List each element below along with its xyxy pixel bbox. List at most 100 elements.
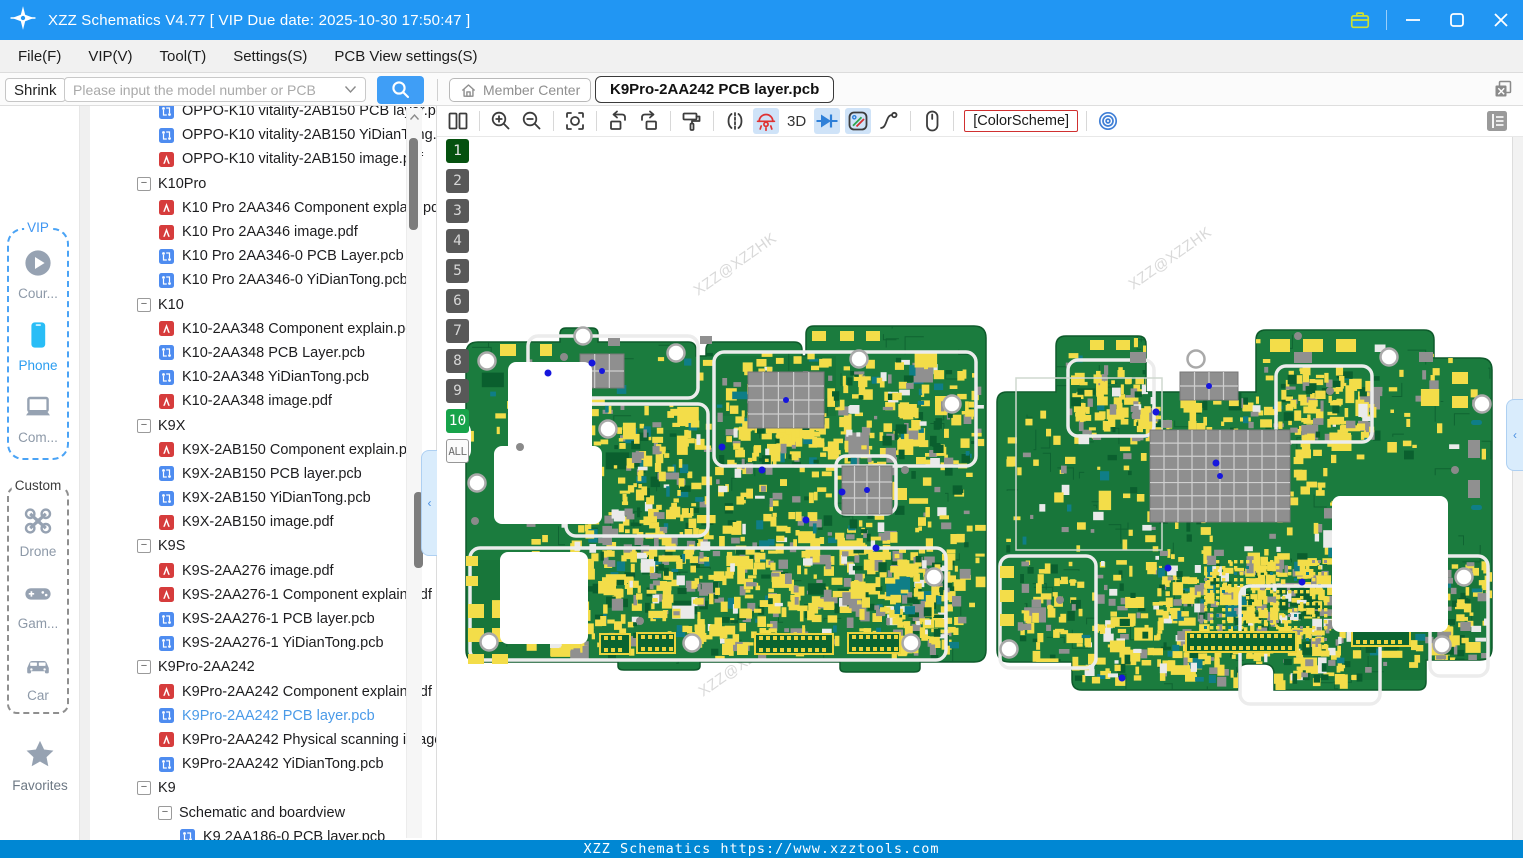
tree-folder-k9[interactable]: − K9 — [90, 776, 436, 800]
pcb-canvas[interactable]: XZZ@XZZHKXZZ@XZZHKXZZ@XZZHKXZZ@XZZHK 1 2 3… — [437, 137, 1512, 840]
tree-file-k9pro-2aa242-physical-scanning-image-pdf[interactable]: K9Pro-2AA242 Physical scanning image.pdf — [90, 728, 436, 752]
pcb-file-icon — [158, 369, 175, 386]
collapse-icon[interactable]: − — [137, 176, 151, 191]
maximize-button[interactable] — [1435, 0, 1479, 40]
fit-screen-icon[interactable] — [562, 108, 588, 134]
tree-folder-k9pro-2aa242[interactable]: − K9Pro-2AA242 — [90, 655, 436, 679]
tree-file-k10-pro-2aa346-image-pdf[interactable]: K10 Pro 2AA346 image.pdf — [90, 220, 436, 244]
tree-file-oppo-k10-vitality-2ab150-yidiantong-pcb[interactable]: OPPO-K10 vitality-2AB150 YiDianTong.pcb — [90, 123, 436, 147]
layer-button-5[interactable]: 5 — [446, 259, 469, 283]
rotate-left-icon[interactable] — [605, 108, 631, 134]
curve-wire-icon[interactable] — [876, 108, 902, 134]
close-button[interactable] — [1479, 0, 1523, 40]
vip-briefcase-icon[interactable] — [1338, 0, 1382, 40]
collapse-icon[interactable]: − — [137, 418, 151, 433]
menu-settings-s[interactable]: Settings(S) — [233, 48, 307, 65]
layer-button-10[interactable]: 10 — [446, 409, 469, 433]
menu-file-f[interactable]: File(F) — [18, 48, 61, 65]
collapse-icon[interactable]: − — [137, 297, 151, 312]
tree-file-k9x-2ab150-yidiantong-pcb[interactable]: K9X-2AB150 YiDianTong.pcb — [90, 486, 436, 510]
layer-button-2[interactable]: 2 — [446, 169, 469, 193]
tree-file-k9s-2aa276-image-pdf[interactable]: K9S-2AA276 image.pdf — [90, 559, 436, 583]
measure-probe-icon[interactable] — [845, 108, 872, 134]
tree-file-k10-pro-2aa346-0-pcb-layer-pcb[interactable]: K10 Pro 2AA346-0 PCB Layer.pcb — [90, 244, 436, 268]
pcb-board-view[interactable]: XZZ@XZZHKXZZ@XZZHKXZZ@XZZHKXZZ@XZZHK — [437, 137, 1512, 840]
layer-button-all[interactable]: ALL — [446, 439, 469, 463]
tree-file-oppo-k10-vitality-2ab150-image-pdf[interactable]: OPPO-K10 vitality-2AB150 image.pdf — [90, 147, 436, 171]
tree-file-k10-2aa348-component-explain-pdf[interactable]: K10-2AA348 Component explain.pdf — [90, 317, 436, 341]
split-view-icon[interactable] — [445, 108, 471, 134]
layer-button-3[interactable]: 3 — [446, 199, 469, 223]
tree-file-k9x-2ab150-pcb-layer-pcb[interactable]: K9X-2AB150 PCB layer.pcb — [90, 462, 436, 486]
sidebar-item-car[interactable]: Car — [9, 650, 67, 703]
search-button[interactable] — [377, 76, 424, 104]
layer-button-9[interactable]: 9 — [446, 379, 469, 403]
sidebar-item-phone[interactable]: Phone — [9, 320, 67, 373]
sidebar-item-com[interactable]: Com... — [9, 392, 67, 445]
tree-scrollbar-thumb[interactable] — [409, 138, 418, 230]
sidebar-item-cour[interactable]: Cour... — [9, 248, 67, 301]
tree-file-k9x-2ab150-component-explain-pdf[interactable]: K9X-2AB150 Component explain.pdf — [90, 438, 436, 462]
menu-tool-t[interactable]: Tool(T) — [160, 48, 207, 65]
tree-file-k9pro-2aa242-yidiantong-pcb[interactable]: K9Pro-2AA242 YiDianTong.pcb — [90, 752, 436, 776]
tree-file-k10-pro-2aa346-component-explain-pdf[interactable]: K10 Pro 2AA346 Component explain.pdf — [90, 196, 436, 220]
tree-folder-k9s[interactable]: − K9S — [90, 534, 436, 558]
tree-file-k10-2aa348-yidiantong-pcb[interactable]: K10-2AA348 YiDianTong.pcb — [90, 365, 436, 389]
collapse-icon[interactable]: − — [137, 781, 151, 796]
mouse-settings-icon[interactable] — [919, 108, 945, 134]
menu-vip-v[interactable]: VIP(V) — [88, 48, 132, 65]
rotate-right-icon[interactable] — [636, 108, 662, 134]
menu-pcb-view-settings-s[interactable]: PCB View settings(S) — [334, 48, 477, 65]
sidebar-item-gam[interactable]: Gam... — [9, 578, 67, 631]
collapse-icon[interactable]: − — [137, 660, 151, 675]
tree-file-k10-2aa348-image-pdf[interactable]: K10-2AA348 image.pdf — [90, 389, 436, 413]
tree-file-k9pro-2aa242-pcb-layer-pcb[interactable]: K9Pro-2AA242 PCB layer.pcb — [90, 704, 436, 728]
layer-button-1[interactable]: 1 — [446, 139, 469, 163]
tree-file-oppo-k10-vitality-2ab150-pcb-layer-pcb[interactable]: OPPO-K10 vitality-2AB150 PCB layer.pcb — [90, 106, 436, 123]
model-search-input[interactable]: Please input the model number or PCB — [64, 77, 366, 102]
layer-button-4[interactable]: 4 — [446, 229, 469, 253]
collapse-icon[interactable]: − — [137, 539, 151, 554]
tree-file-k9s-2aa276-1-pcb-layer-pcb[interactable]: K9S-2AA276-1 PCB layer.pcb — [90, 607, 436, 631]
tree-item-label: K9S-2AA276-1 PCB layer.pcb — [182, 611, 375, 628]
sidebar-item-favorites[interactable]: Favorites — [0, 738, 80, 793]
tree-file-k9pro-2aa242-component-explain-pdf[interactable]: K9Pro-2AA242 Component explain.pdf — [90, 680, 436, 704]
tree-folder-schematic-and-boardview[interactable]: − Schematic and boardview — [90, 800, 436, 824]
tree-file-k10-2aa348-pcb-layer-pcb[interactable]: K10-2AA348 PCB Layer.pcb — [90, 341, 436, 365]
tree-folder-k9x[interactable]: − K9X — [90, 413, 436, 437]
chevron-down-icon[interactable] — [344, 85, 357, 94]
minimize-button[interactable] — [1391, 0, 1435, 40]
layer-panel-toggle-icon[interactable] — [1485, 109, 1509, 133]
scroll-up-icon[interactable] — [409, 113, 420, 121]
tree-collapse-handle[interactable]: ‹ — [421, 450, 437, 556]
target-rings-icon[interactable] — [1095, 108, 1121, 134]
tree-file-k9-2aa186-0-pcb-layer-pcb[interactable]: K9 2AA186-0 PCB layer.pcb — [90, 825, 436, 840]
document-tab[interactable]: K9Pro-2AA242 PCB layer.pcb — [595, 76, 835, 103]
zoom-out-icon[interactable] — [519, 108, 545, 134]
tree-file-k10-pro-2aa346-0-yidiantong-pcb[interactable]: K10 Pro 2AA346-0 YiDianTong.pcb — [90, 268, 436, 292]
close-all-tabs-icon[interactable] — [1492, 78, 1514, 100]
layer-button-6[interactable]: 6 — [446, 289, 469, 313]
tree-file-k9s-2aa276-1-component-explain-pdf[interactable]: K9S-2AA276-1 Component explain.pdf — [90, 583, 436, 607]
uv-lamp-icon[interactable] — [753, 108, 779, 134]
sidebar-item-drone[interactable]: Drone — [9, 506, 67, 559]
diode-icon[interactable] — [814, 108, 841, 134]
shrink-button[interactable]: Shrink — [5, 78, 66, 102]
mirror-flip-icon[interactable] — [722, 108, 748, 134]
tree-file-k9s-2aa276-1-yidiantong-pcb[interactable]: K9S-2AA276-1 YiDianTong.pcb — [90, 631, 436, 655]
tree-folder-k10pro[interactable]: − K10Pro — [90, 172, 436, 196]
3d-view-button[interactable]: 3D — [784, 113, 809, 130]
paint-roller-icon[interactable] — [679, 108, 705, 134]
color-scheme-button[interactable]: [ColorScheme] — [964, 110, 1079, 132]
search-placeholder: Please input the model number or PCB — [73, 81, 316, 98]
sidebar-item-label: Cour... — [18, 286, 58, 301]
tree-file-k9x-2ab150-image-pdf[interactable]: K9X-2AB150 image.pdf — [90, 510, 436, 534]
right-panel-handle[interactable]: ‹ — [1506, 399, 1523, 471]
layer-button-7[interactable]: 7 — [446, 319, 469, 343]
tree-folder-k10[interactable]: − K10 — [90, 293, 436, 317]
toolbar-separator — [670, 111, 671, 131]
member-center-button[interactable]: Member Center — [449, 78, 592, 102]
collapse-icon[interactable]: − — [158, 805, 172, 820]
layer-button-8[interactable]: 8 — [446, 349, 469, 373]
zoom-in-icon[interactable] — [488, 108, 514, 134]
